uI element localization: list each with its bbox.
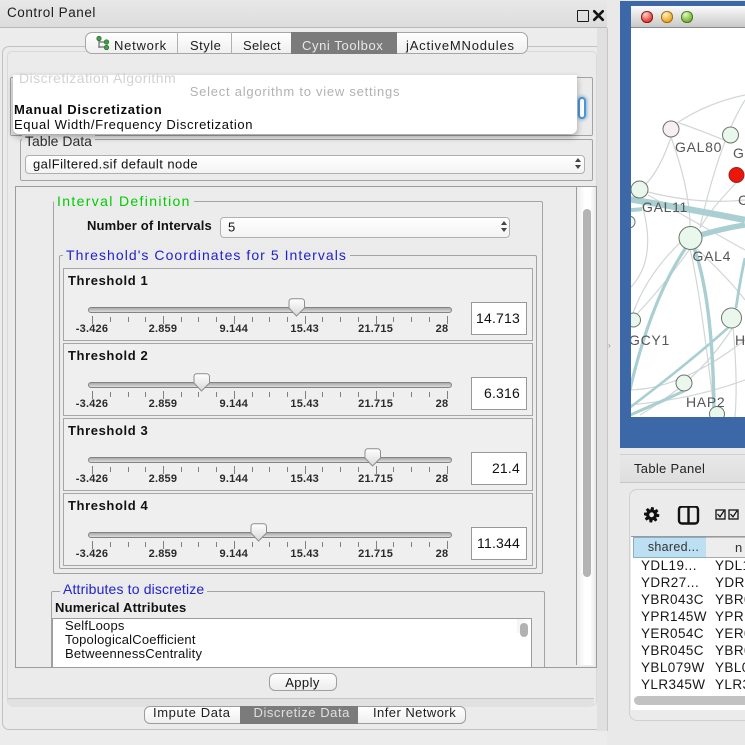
svg-text:G.: G.	[733, 145, 745, 161]
svg-text:GAL4: GAL4	[693, 248, 732, 264]
svg-text:H: H	[735, 332, 745, 348]
svg-text:GAL80: GAL80	[675, 139, 722, 155]
svg-text:HAP2: HAP2	[686, 394, 725, 410]
svg-text:C: C	[738, 192, 745, 208]
svg-text:GAL11: GAL11	[642, 199, 688, 215]
svg-text:GCY1: GCY1	[631, 332, 670, 348]
